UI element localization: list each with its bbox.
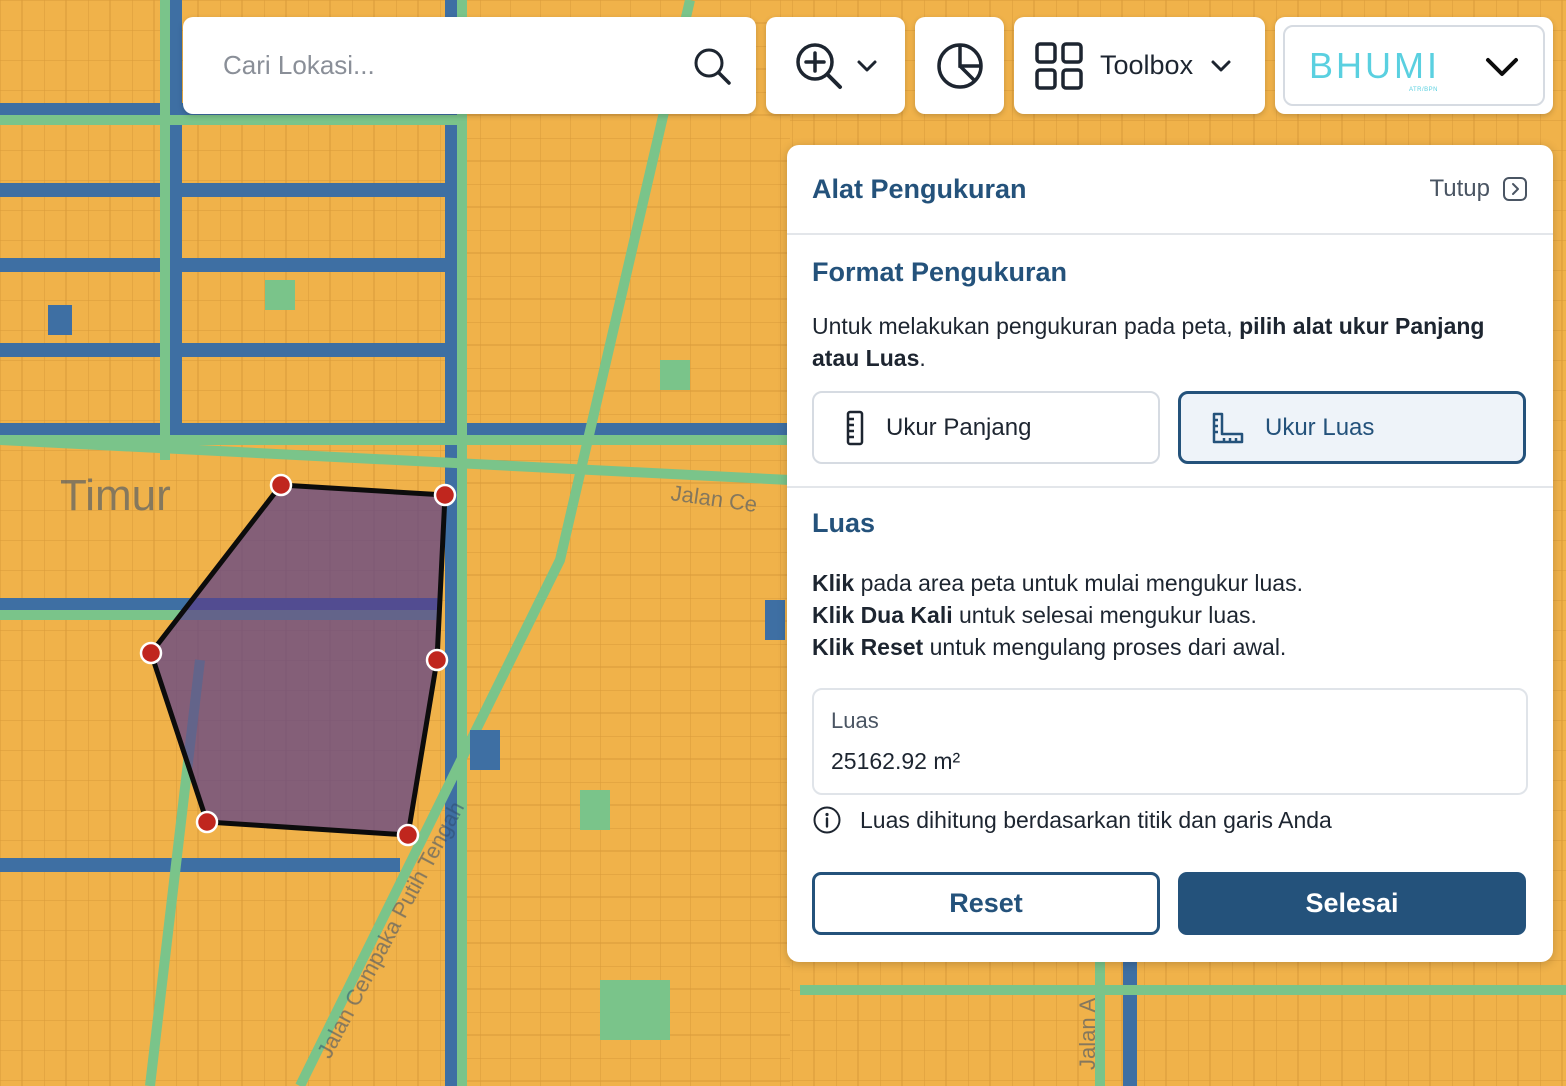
measurement-panel: Alat Pengukuran Tutup Format Pengukuran …	[787, 145, 1553, 962]
app-switcher[interactable]: BHUMI ATR/BPN	[1275, 17, 1553, 114]
format-title: Format Pengukuran	[812, 257, 1068, 287]
measure-length-button[interactable]: Ukur Panjang	[812, 391, 1160, 464]
street-label: Jalan A	[1075, 998, 1100, 1070]
vertex-handle[interactable]	[396, 823, 420, 847]
search-input[interactable]	[223, 50, 643, 81]
close-label: Tutup	[1429, 175, 1490, 202]
chevron-down-icon	[1211, 60, 1231, 71]
vertex-handle[interactable]	[269, 473, 293, 497]
statistics-button[interactable]	[915, 17, 1004, 114]
ruler-icon	[846, 410, 864, 445]
toolbox-label: Toolbox	[1100, 50, 1194, 80]
instruction-line: Klik pada area peta untuk mulai mengukur…	[812, 570, 1303, 596]
measure-area-label: Ukur Luas	[1265, 413, 1375, 441]
area-result-box: Luas 25162.92 m²	[812, 688, 1528, 795]
bhumi-logo: BHUMI ATR/BPN	[1309, 44, 1440, 93]
format-description: Untuk melakukan pengukuran pada peta, pi…	[812, 313, 1485, 371]
reset-button[interactable]: Reset	[812, 872, 1160, 935]
street-label: Timur	[60, 471, 171, 520]
grid-icon	[1035, 41, 1083, 90]
instruction-line: Klik Dua Kali untuk selesai mengukur lua…	[812, 602, 1257, 628]
chevron-down-icon	[857, 60, 876, 71]
area-section: Luas Klik pada area peta untuk mulai men…	[787, 488, 1553, 935]
toolbox-button[interactable]: Toolbox	[1014, 17, 1265, 114]
pie-chart-icon	[936, 42, 983, 89]
info-note-text: Luas dihitung berdasarkan titik dan gari…	[860, 806, 1332, 833]
panel-header: Alat Pengukuran Tutup	[787, 145, 1553, 235]
zoom-in-icon	[795, 42, 842, 89]
chevron-right-box-icon	[1503, 177, 1527, 201]
panel-title: Alat Pengukuran	[812, 173, 1027, 204]
close-button[interactable]: Tutup	[1430, 175, 1528, 203]
vertex-handle[interactable]	[195, 810, 219, 834]
format-section: Format Pengukuran Untuk melakukan penguk…	[787, 235, 1553, 488]
measure-area-button[interactable]: Ukur Luas	[1178, 391, 1526, 464]
area-ruler-icon	[1212, 412, 1244, 443]
vertex-handle[interactable]	[425, 648, 449, 672]
info-icon	[813, 806, 841, 834]
area-title: Luas	[812, 508, 876, 538]
instructions: Klik pada area peta untuk mulai mengukur…	[812, 567, 1528, 663]
measure-length-label: Ukur Panjang	[886, 413, 1032, 441]
chevron-down-icon	[1486, 57, 1518, 76]
vertex-handle[interactable]	[139, 641, 163, 665]
area-result-value: 25162.92 m²	[831, 748, 961, 774]
area-result-label: Luas	[831, 708, 879, 733]
search-bar	[183, 17, 756, 114]
info-note: Luas dihitung berdasarkan titik dan gari…	[812, 805, 1528, 835]
search-icon[interactable]	[692, 46, 732, 86]
vertex-handle[interactable]	[433, 483, 457, 507]
zoom-button[interactable]	[766, 17, 905, 114]
instruction-line: Klik Reset untuk mengulang proses dari a…	[812, 634, 1287, 660]
done-button[interactable]: Selesai	[1178, 872, 1526, 935]
